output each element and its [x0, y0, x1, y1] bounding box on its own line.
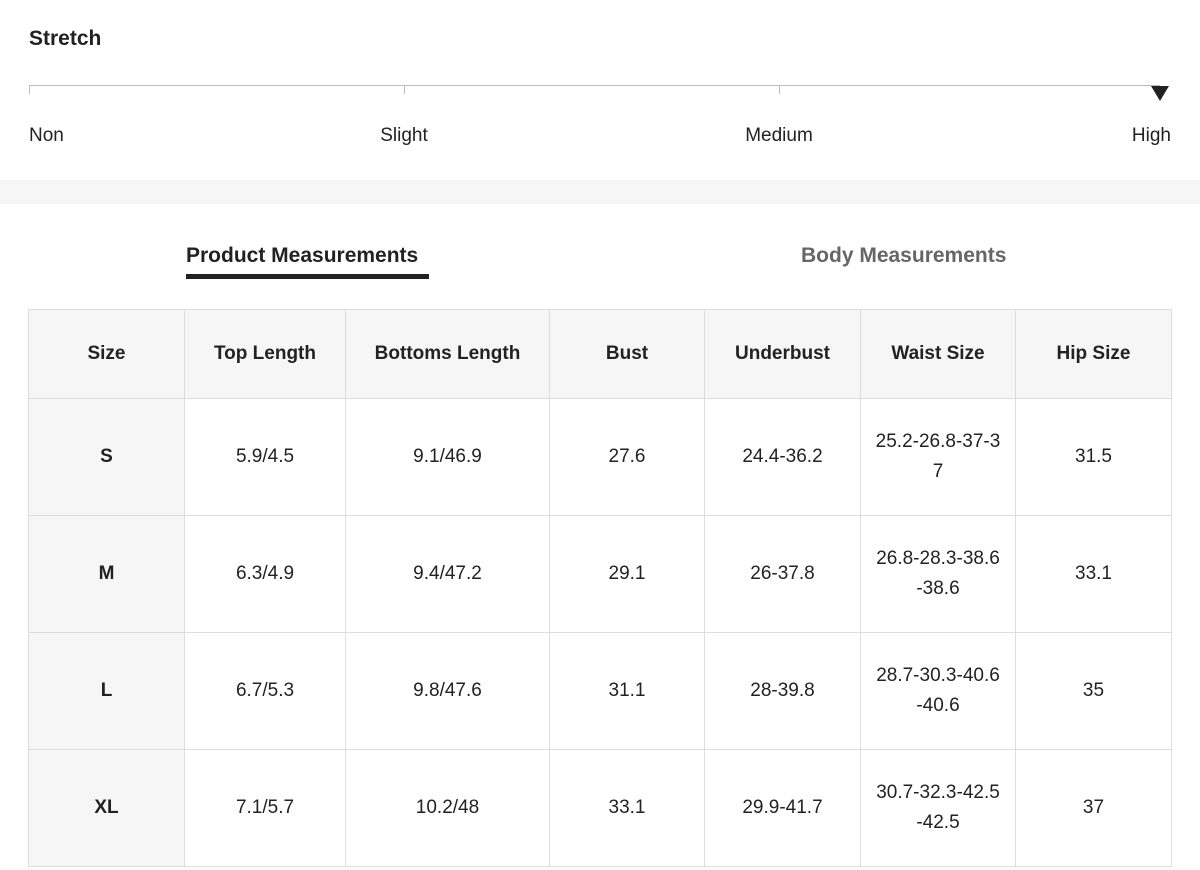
table-cell: 33.1	[549, 749, 705, 867]
table-cell: 28.7-30.3-40.6-40.6	[860, 632, 1016, 750]
table-cell: 6.7/5.3	[184, 632, 346, 750]
stretch-scale-line	[29, 85, 1160, 86]
table-cell: 9.4/47.2	[345, 515, 550, 633]
stretch-scale	[29, 85, 1169, 101]
table-cell: 26-37.8	[704, 515, 861, 633]
table-cell: 25.2-26.8-37-37	[860, 398, 1016, 516]
table-cell: 9.1/46.9	[345, 398, 550, 516]
stretch-label-non: Non	[29, 125, 64, 146]
tab-product-measurements[interactable]: Product Measurements	[186, 244, 418, 268]
column-header: Waist Size	[860, 309, 1016, 399]
table-cell: 6.3/4.9	[184, 515, 346, 633]
table-cell: 27.6	[549, 398, 705, 516]
row-size-label: L	[28, 632, 185, 750]
row-size-label: S	[28, 398, 185, 516]
section-divider	[0, 180, 1200, 204]
stretch-tick-non	[29, 85, 30, 94]
stretch-title: Stretch	[29, 27, 102, 50]
column-header: Top Length	[184, 309, 346, 399]
table-cell: 29.1	[549, 515, 705, 633]
column-header: Underbust	[704, 309, 861, 399]
size-chart-table: Size Top Length Bottoms Length Bust Unde…	[28, 309, 1172, 867]
table-cell: 33.1	[1015, 515, 1172, 633]
stretch-tick-medium	[779, 85, 780, 94]
table-cell: 30.7-32.3-42.5-42.5	[860, 749, 1016, 867]
row-size-label: XL	[28, 749, 185, 867]
table-cell: 31.1	[549, 632, 705, 750]
table-cell: 24.4-36.2	[704, 398, 861, 516]
table-cell: 29.9-41.7	[704, 749, 861, 867]
stretch-label-medium: Medium	[745, 125, 813, 146]
tab-body-measurements[interactable]: Body Measurements	[801, 244, 1006, 268]
table-cell: 37	[1015, 749, 1172, 867]
table-cell: 26.8-28.3-38.6-38.6	[860, 515, 1016, 633]
table-header-row: Size Top Length Bottoms Length Bust Unde…	[28, 309, 1172, 399]
measurement-tabs: Product Measurements Body Measurements	[0, 204, 1200, 310]
table-row: L 6.7/5.3 9.8/47.6 31.1 28-39.8 28.7-30.…	[28, 632, 1172, 750]
stretch-label-slight: Slight	[380, 125, 428, 146]
stretch-label-high: High	[1131, 125, 1171, 146]
active-tab-underline	[186, 274, 429, 279]
stretch-marker-icon	[1151, 86, 1169, 101]
table-cell: 31.5	[1015, 398, 1172, 516]
column-header: Bust	[549, 309, 705, 399]
table-cell: 28-39.8	[704, 632, 861, 750]
table-cell: 10.2/48	[345, 749, 550, 867]
stretch-tick-slight	[404, 85, 405, 94]
row-size-label: M	[28, 515, 185, 633]
column-header: Size	[28, 309, 185, 399]
table-row: M 6.3/4.9 9.4/47.2 29.1 26-37.8 26.8-28.…	[28, 515, 1172, 633]
table-row: S 5.9/4.5 9.1/46.9 27.6 24.4-36.2 25.2-2…	[28, 398, 1172, 516]
column-header: Bottoms Length	[345, 309, 550, 399]
table-cell: 5.9/4.5	[184, 398, 346, 516]
table-cell: 9.8/47.6	[345, 632, 550, 750]
stretch-section: Stretch Non Slight Medium High	[0, 0, 1200, 180]
table-cell: 35	[1015, 632, 1172, 750]
table-row: XL 7.1/5.7 10.2/48 33.1 29.9-41.7 30.7-3…	[28, 749, 1172, 867]
column-header: Hip Size	[1015, 309, 1172, 399]
table-cell: 7.1/5.7	[184, 749, 346, 867]
